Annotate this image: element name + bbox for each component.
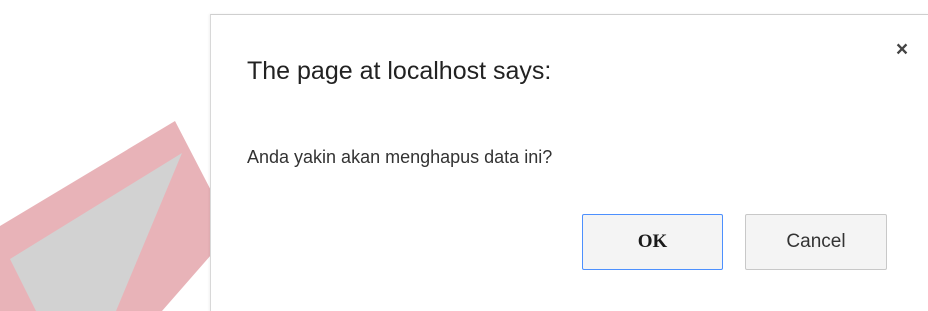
confirm-dialog: The page at localhost says: × Anda yakin… — [210, 14, 928, 311]
cancel-button[interactable]: Cancel — [745, 214, 887, 270]
dialog-title: The page at localhost says: — [247, 57, 552, 85]
ok-button[interactable]: OK — [582, 214, 723, 270]
dialog-message: Anda yakin akan menghapus data ini? — [247, 147, 553, 167]
page-background: The page at localhost says: × Anda yakin… — [0, 0, 928, 311]
close-icon[interactable]: × — [891, 39, 913, 61]
